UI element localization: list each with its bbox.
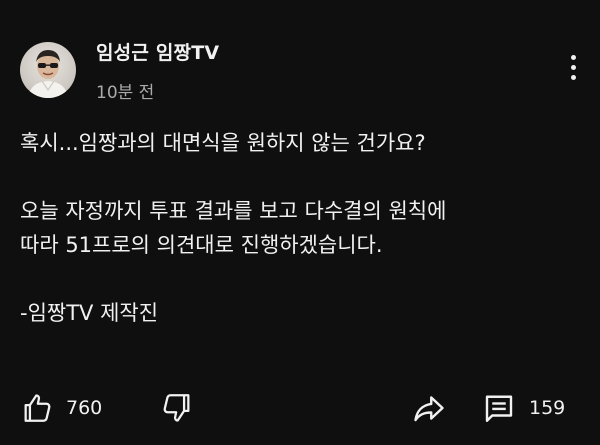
action-bar: 760 159 <box>0 388 600 428</box>
comment-count: 159 <box>529 397 566 419</box>
share-arrow-icon <box>414 396 444 422</box>
post-body: 혹시...임짱과의 대면식을 원하지 않는 건가요? 오늘 자정까지 투표 결과… <box>20 126 580 330</box>
thumbs-up-icon <box>24 394 51 422</box>
more-vert-icon-dot <box>571 75 576 80</box>
post-text-line: -임짱TV 제작진 <box>20 301 159 325</box>
more-vert-icon-dot <box>571 55 576 60</box>
dislike-button[interactable] <box>160 388 194 428</box>
share-button[interactable] <box>411 388 447 428</box>
more-menu-button[interactable] <box>561 54 585 84</box>
more-vert-icon-dot <box>571 65 576 70</box>
post-text-line: 오늘 자정까지 투표 결과를 보고 다수결의 원칙에 <box>20 199 447 223</box>
avatar[interactable] <box>20 42 76 98</box>
post-text-gap <box>20 262 580 296</box>
comment-icon <box>485 395 513 422</box>
community-post: 임성근 임짱TV 10분 전 혹시...임짱과의 대면식을 원하지 않는 건가요… <box>0 0 600 445</box>
post-text-gap <box>20 160 580 194</box>
post-header: 임성근 임짱TV 10분 전 <box>20 38 580 103</box>
author-name[interactable]: 임성근 임짱TV <box>96 38 219 65</box>
like-button[interactable]: 760 <box>20 388 102 428</box>
post-text-line: 따라 51프로의 의견대로 진행하겠습니다. <box>20 233 383 257</box>
comment-button[interactable]: 159 <box>481 388 565 428</box>
thumbs-down-icon <box>163 394 190 422</box>
post-text-line: 혹시...임짱과의 대면식을 원하지 않는 건가요? <box>20 131 426 155</box>
avatar-photo-icon <box>28 50 68 98</box>
post-time: 10분 전 <box>96 83 155 103</box>
like-count: 760 <box>66 397 103 419</box>
